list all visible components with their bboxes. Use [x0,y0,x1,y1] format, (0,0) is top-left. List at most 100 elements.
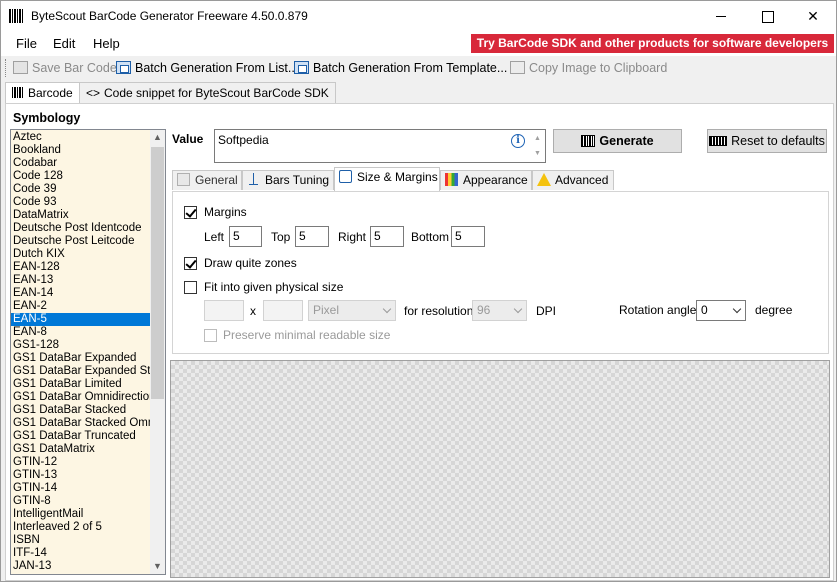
menu-file[interactable]: File [16,36,37,51]
resolution-select[interactable]: 96 [472,300,527,321]
toolbar: Save Bar Code Batch Generation From List… [1,56,836,81]
symbology-item[interactable]: Interleaved 2 of 5 [11,521,151,534]
code-icon: <> [86,86,101,100]
rotation-label: Rotation angle [619,303,697,317]
value-text: Softpedia [218,133,269,147]
promo-banner-link[interactable]: Try BarCode SDK and other products for s… [471,34,834,53]
symbology-item[interactable]: EAN-14 [11,287,151,300]
symbology-item[interactable]: Aztec [11,131,151,144]
tab-appearance[interactable]: Appearance [440,170,532,190]
value-scrollbar[interactable]: ▲ ▼ [531,131,544,162]
barcode-preview-area [170,360,830,578]
symbology-item[interactable]: JAN-13 [11,560,151,573]
symbology-item[interactable]: GTIN-12 [11,456,151,469]
tab-advanced[interactable]: Advanced [532,170,614,190]
symbology-item[interactable]: EAN-13 [11,274,151,287]
rotation-select-value: 0 [701,303,708,317]
symbology-item[interactable]: Bookland [11,144,151,157]
tab-size-margins[interactable]: Size & Margins [334,167,440,191]
tab-general[interactable]: General [172,170,242,190]
width-input[interactable] [204,300,244,321]
symbology-item[interactable]: GS1 DataBar Stacked Omn [11,417,151,430]
symbology-item[interactable]: GS1 DataBar Limited [11,378,151,391]
symbology-item[interactable]: Deutsche Post Leitcode [11,235,151,248]
symbology-item[interactable]: GS1 DataMatrix [11,443,151,456]
tab-advanced-label: Advanced [555,173,609,187]
generate-icon [581,135,596,147]
symbology-scrollbar[interactable]: ▲ ▼ [150,130,165,574]
tab-bars-tuning[interactable]: Bars Tuning [242,170,334,190]
scroll-down-icon[interactable]: ▼ [150,559,165,574]
symbology-item[interactable]: GTIN-14 [11,482,151,495]
reset-label: Reset to defaults [731,134,825,148]
symbology-item[interactable]: IntelligentMail [11,508,151,521]
symbology-item[interactable]: Code 39 [11,183,151,196]
symbology-list[interactable]: Aztec Bookland Codabar Code 128 Code 39 Code … [10,129,166,575]
chevron-down-icon [732,304,742,314]
value-scroll-down-icon[interactable]: ▼ [531,146,544,161]
right-margin-input[interactable]: 5 [370,226,404,247]
symbology-item[interactable]: GS1 DataBar Expanded [11,352,151,365]
save-barcode-button[interactable]: Save Bar Code [13,59,117,78]
margins-label: Margins [204,205,247,219]
batch-list-button[interactable]: Batch Generation From List... [116,59,298,78]
unit-select[interactable]: Pixel [308,300,396,321]
barcode-tab-icon [12,87,24,98]
symbology-item[interactable]: EAN-2 [11,300,151,313]
symbology-item[interactable]: GS1 DataBar Stacked [11,404,151,417]
resolution-select-value: 96 [477,303,491,317]
tab-barcode[interactable]: Barcode [5,82,80,104]
menu-help[interactable]: Help [93,36,120,51]
symbology-item[interactable]: Deutsche Post Identcode [11,222,151,235]
generate-button[interactable]: Generate [553,129,682,153]
close-button[interactable]: ✕ [790,1,836,32]
height-input[interactable] [263,300,303,321]
top-margin-input[interactable]: 5 [295,226,329,247]
symbology-item[interactable]: DataMatrix [11,209,151,222]
symbology-item[interactable]: EAN-5 [11,313,151,326]
symbology-item[interactable]: ISBN [11,534,151,547]
app-window: ByteScout BarCode Generator Freeware 4.5… [0,0,837,582]
batch-template-button[interactable]: Batch Generation From Template... [294,59,507,78]
symbology-item[interactable]: Code 128 [11,170,151,183]
copy-image-button[interactable]: Copy Image to Clipboard [510,59,667,78]
minimize-button[interactable] [698,1,744,32]
scroll-thumb[interactable] [151,147,164,399]
symbology-item[interactable]: Codabar [11,157,151,170]
tab-appearance-label: Appearance [463,173,528,187]
info-icon[interactable]: i [511,134,525,148]
menu-edit[interactable]: Edit [53,36,75,51]
symbology-item[interactable]: GS1 DataBar Expanded Sta [11,365,151,378]
quiet-zones-checkbox[interactable] [184,257,197,270]
save-barcode-label: Save Bar Code [32,61,117,75]
reset-defaults-button[interactable]: Reset to defaults [707,129,827,153]
maximize-button[interactable] [744,1,790,32]
symbology-item[interactable]: GS1 DataBar Truncated [11,430,151,443]
size-margins-icon [339,170,352,183]
margins-checkbox[interactable] [184,206,197,219]
right-label: Right [338,230,367,244]
fit-size-checkbox[interactable] [184,281,197,294]
value-scroll-up-icon[interactable]: ▲ [531,131,544,146]
symbology-item[interactable]: GS1 DataBar Omnidirectiona [11,391,151,404]
barcode-panel: Symbology Aztec Bookland Codabar Code 128 Co… [5,103,834,581]
save-icon [13,61,28,74]
symbology-item[interactable]: GS1-128 [11,339,151,352]
value-input[interactable]: Softpedia i ▲ ▼ [214,129,546,163]
x-label: x [250,304,256,318]
scroll-up-icon[interactable]: ▲ [150,130,165,145]
bottom-label: Bottom [411,230,450,244]
symbology-item[interactable]: Code 93 [11,196,151,209]
left-margin-input[interactable]: 5 [229,226,262,247]
preserve-size-checkbox[interactable] [204,329,217,342]
symbology-item[interactable]: GTIN-8 [11,495,151,508]
symbology-item[interactable]: ITF-14 [11,547,151,560]
rotation-select[interactable]: 0 [696,300,746,321]
window-title: ByteScout BarCode Generator Freeware 4.5… [31,9,308,23]
bottom-margin-input[interactable]: 5 [451,226,485,247]
symbology-item[interactable]: Dutch KIX [11,248,151,261]
tab-code-snippet[interactable]: <> Code snippet for ByteScout BarCode SDK [79,82,336,103]
symbology-item[interactable]: GTIN-13 [11,469,151,482]
symbology-item[interactable]: EAN-8 [11,326,151,339]
symbology-item[interactable]: EAN-128 [11,261,151,274]
